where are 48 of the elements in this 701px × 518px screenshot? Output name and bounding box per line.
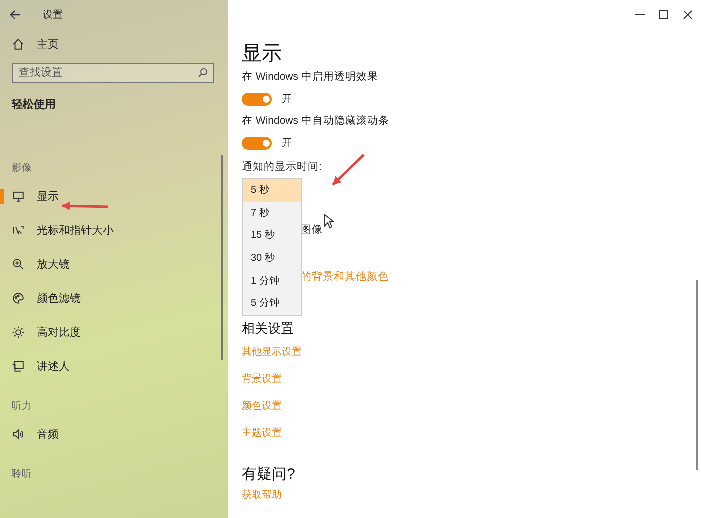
- annotation-arrow: [62, 202, 108, 210]
- dropdown-option[interactable]: 5 秒: [243, 179, 301, 202]
- sidebar-item[interactable]: 音频: [0, 417, 228, 451]
- sun-icon: [12, 326, 25, 338]
- setting-label: 图像: [301, 223, 323, 237]
- home-link[interactable]: 主页: [37, 36, 59, 52]
- section-heading: 有疑问?: [242, 464, 296, 484]
- monitor-icon: [12, 190, 25, 202]
- setting-label: 在 Windows 中启用透明效果: [242, 70, 378, 84]
- category-heading: 轻松使用: [12, 98, 56, 112]
- setting-label: 在 Windows 中自动隐藏滚动条: [242, 114, 390, 128]
- back-arrow-icon[interactable]: [10, 10, 21, 20]
- search-icon: [198, 68, 208, 78]
- maximize-icon[interactable]: [659, 10, 669, 20]
- mouse-cursor-icon: [324, 214, 334, 229]
- section-heading: 影像: [12, 162, 32, 175]
- dropdown-option[interactable]: 30 秒: [243, 246, 301, 270]
- dropdown-option[interactable]: 15 秒: [243, 224, 301, 247]
- dropdown-option[interactable]: 1 分钟: [243, 269, 301, 292]
- dropdown-option[interactable]: 5 分钟: [243, 292, 301, 315]
- setting-label: 通知的显示时间:: [242, 160, 322, 174]
- toggle-switch[interactable]: [242, 136, 272, 150]
- narrator-icon: [12, 360, 25, 372]
- sidebar-item[interactable]: 讲述人: [0, 349, 228, 383]
- scrollbar[interactable]: [221, 155, 223, 360]
- scrollbar[interactable]: [696, 280, 698, 470]
- page-title: 显示: [242, 43, 282, 65]
- section-heading: 听力: [12, 400, 32, 413]
- sidebar-item[interactable]: 高对比度: [0, 315, 228, 349]
- magnifier-icon: [12, 258, 25, 270]
- home-icon[interactable]: [12, 38, 25, 50]
- cursor-icon: [12, 224, 25, 236]
- sidebar-item[interactable]: 光标和指针大小: [0, 213, 228, 247]
- annotation-arrow: [332, 154, 365, 186]
- dropdown-option[interactable]: 7 秒: [243, 202, 301, 224]
- palette-icon: [12, 292, 25, 304]
- section-heading: 聆听: [12, 468, 32, 481]
- close-icon[interactable]: [683, 10, 693, 20]
- section-heading: 相关设置: [242, 320, 294, 338]
- sidebar-item[interactable]: 放大镜: [0, 247, 228, 281]
- window-title: 设置: [43, 8, 63, 22]
- speaker-icon: [12, 428, 25, 440]
- toggle-state: 开: [282, 93, 292, 106]
- toggle-switch[interactable]: [242, 92, 272, 106]
- sidebar-item[interactable]: 颜色滤镜: [0, 281, 228, 315]
- sidebar-item[interactable]: 显示: [0, 179, 228, 213]
- toggle-state: 开: [282, 137, 292, 150]
- search-field[interactable]: 查找设置: [12, 63, 214, 83]
